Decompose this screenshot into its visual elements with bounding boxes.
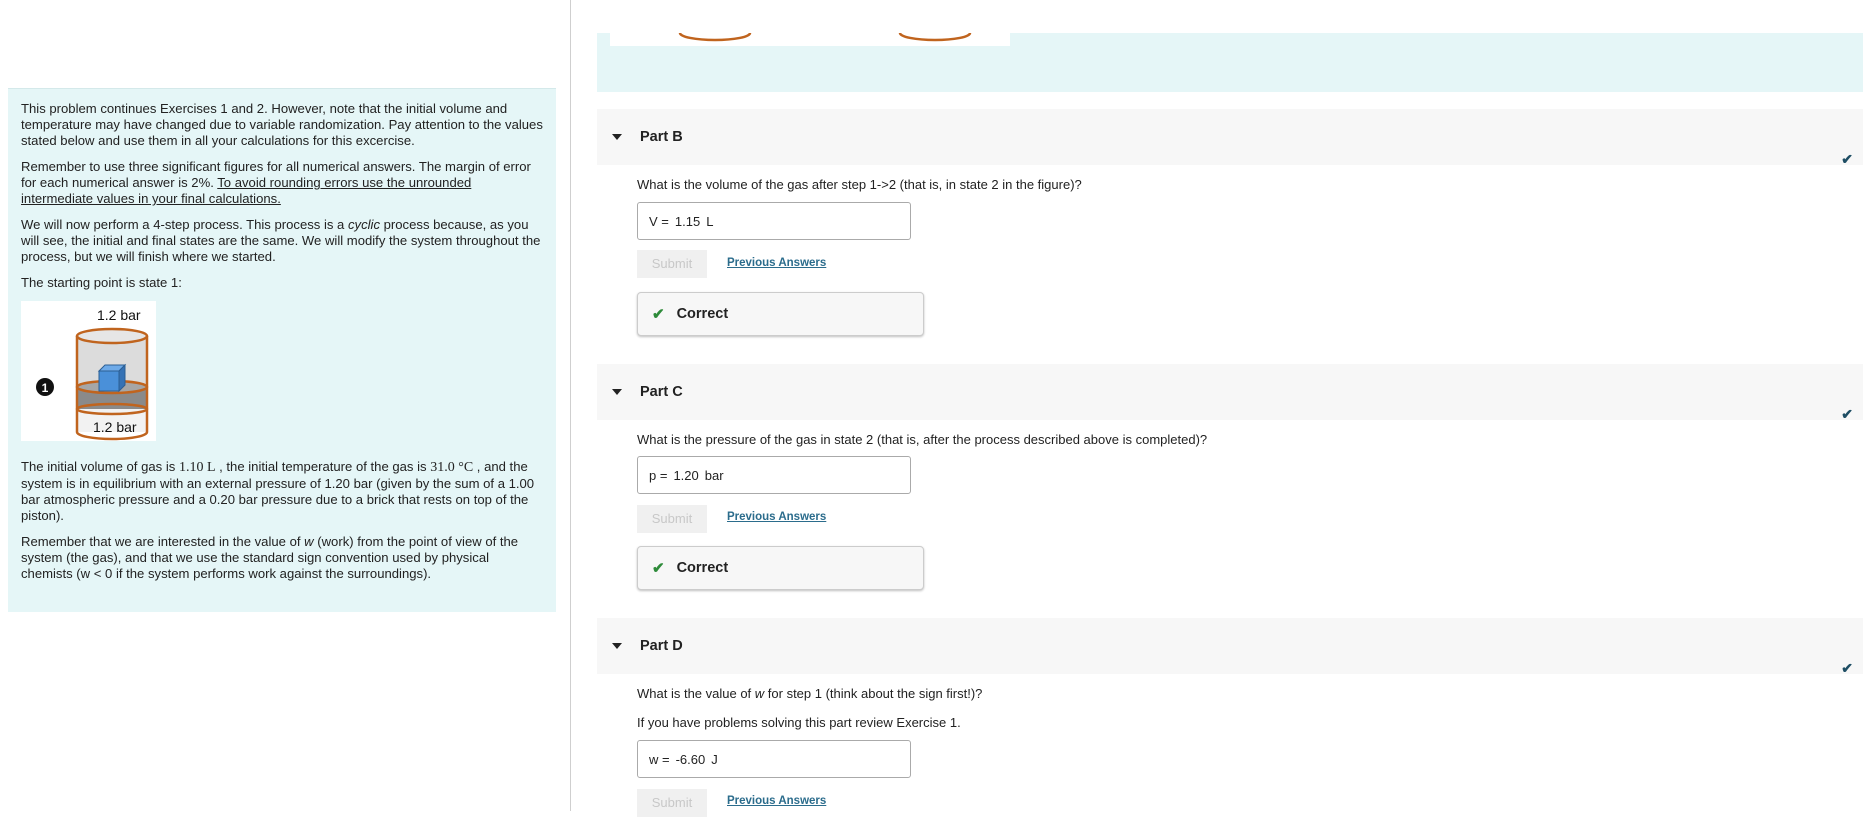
part-d-complete-check-icon: ✔ xyxy=(1841,660,1853,676)
intro-emphasis: w xyxy=(304,534,314,549)
part-b-title: Part B xyxy=(640,129,683,145)
part-c-header[interactable]: Part C xyxy=(597,364,1863,420)
problem-intro: This problem continues Exercises 1 and 2… xyxy=(8,88,556,612)
answer-variable: p = xyxy=(649,468,668,483)
intro-paragraph-4: The starting point is state 1: xyxy=(21,275,182,290)
part-c-submit-button[interactable]: Submit xyxy=(637,505,707,533)
answer-value: 1.15 xyxy=(674,214,701,229)
left-pane: This problem continues Exercises 1 and 2… xyxy=(0,0,571,811)
process-figure-bottom xyxy=(610,0,1010,46)
part-d-question: What is the value of w for step 1 (think… xyxy=(637,686,982,701)
part-d-title: Part D xyxy=(640,638,683,654)
part-c-complete-check-icon: ✔ xyxy=(1841,406,1853,422)
part-d-answer-field[interactable]: w = -6.60 J xyxy=(637,740,911,778)
part-b-feedback: ✔ Correct xyxy=(637,292,924,336)
answer-unit: L xyxy=(706,214,714,229)
bottom-pressure-label: 1.2 bar xyxy=(93,419,137,435)
intro-text: , the initial temperature of the gas is xyxy=(215,459,431,474)
answer-unit: bar xyxy=(704,468,724,483)
intro-text: Remember that we are interested in the v… xyxy=(21,534,305,549)
part-c-question: What is the pressure of the gas in state… xyxy=(637,432,1208,447)
part-d-previous-answers-link[interactable]: Previous Answers xyxy=(727,795,826,807)
feedback-text: Correct xyxy=(676,560,729,576)
part-b-answer-field[interactable]: V = 1.15 L xyxy=(637,202,911,240)
part-c-feedback: ✔ Correct xyxy=(637,546,924,590)
part-c-title: Part C xyxy=(640,384,683,400)
intro-paragraph-1: This problem continues Exercises 1 and 2… xyxy=(21,101,543,148)
correct-check-icon: ✔ xyxy=(652,306,665,323)
questions-pane: Part B ✔ What is the volume of the gas a… xyxy=(595,0,1863,817)
part-d-submit-button[interactable]: Submit xyxy=(637,789,707,817)
part-b-submit-button[interactable]: Submit xyxy=(637,250,707,278)
brick xyxy=(98,370,120,392)
intro-paragraph-2: Remember to use three significant figure… xyxy=(21,159,543,207)
answer-value: 1.20 xyxy=(673,468,699,483)
question-text: for step 1 (think about the sign first!)… xyxy=(764,686,983,701)
answer-variable: V = xyxy=(649,214,669,229)
caret-down-icon xyxy=(612,643,622,649)
cylinder-top-rim xyxy=(75,327,149,345)
state-marker-number: 1 xyxy=(42,381,49,395)
figure-panel-bottom xyxy=(595,0,1863,92)
part-c-answer-field[interactable]: p = 1.20 bar xyxy=(637,456,911,494)
answer-value: -6.60 xyxy=(675,752,706,767)
intro-text: We will now perform a 4-step process. Th… xyxy=(21,217,348,232)
state-1-figure: 1.2 bar 1 1.2 bar xyxy=(21,301,156,441)
intro-paragraph-6: Remember that we are interested in the v… xyxy=(21,534,543,582)
answer-unit: J xyxy=(711,752,718,767)
part-b-complete-check-icon: ✔ xyxy=(1841,151,1853,167)
part-d-hint: If you have problems solving this part r… xyxy=(637,715,961,730)
intro-emphasis: cyclic xyxy=(347,217,380,232)
intro-paragraph-5: The initial volume of gas is 1.10 L , th… xyxy=(21,459,543,524)
intro-text: The initial volume of gas is xyxy=(21,459,179,474)
question-text: What is the value of xyxy=(637,686,755,701)
correct-check-icon: ✔ xyxy=(652,560,665,577)
intro-paragraph-3: We will now perform a 4-step process. Th… xyxy=(21,217,543,265)
question-emphasis: w xyxy=(754,686,765,701)
part-d-header[interactable]: Part D xyxy=(597,618,1863,674)
part-b-header[interactable]: Part B xyxy=(597,109,1863,165)
answer-variable: w = xyxy=(649,752,670,767)
part-c-previous-answers-link[interactable]: Previous Answers xyxy=(727,511,826,523)
cylinder-bottoms-fragment xyxy=(678,32,972,42)
initial-volume: 1.10 L xyxy=(178,460,216,475)
feedback-text: Correct xyxy=(676,306,729,322)
caret-down-icon xyxy=(612,134,622,140)
initial-temperature: 31.0 °C xyxy=(430,460,474,475)
caret-down-icon xyxy=(612,389,622,395)
part-b-question: What is the volume of the gas after step… xyxy=(637,177,1082,192)
part-b-previous-answers-link[interactable]: Previous Answers xyxy=(727,257,826,269)
